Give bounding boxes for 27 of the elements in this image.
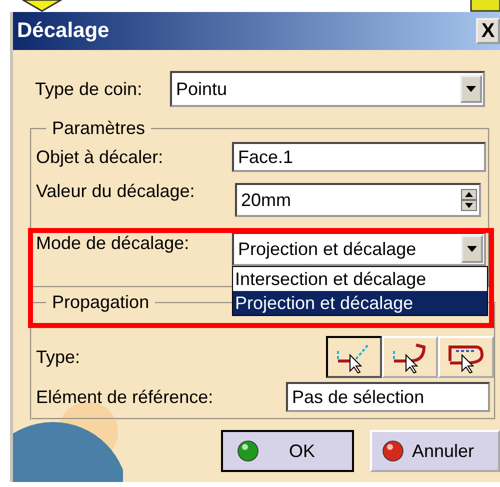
tangent-cursor-icon[interactable] bbox=[326, 336, 382, 378]
offset-field[interactable]: 20mm bbox=[235, 183, 481, 217]
reference-field[interactable]: Pas de sélection bbox=[286, 382, 490, 412]
object-label: Objet à décaler: bbox=[36, 146, 164, 168]
spinner-icon[interactable] bbox=[461, 189, 477, 211]
arrow-tip-icon bbox=[22, 0, 62, 12]
offset-label: Valeur du décalage: bbox=[36, 180, 196, 202]
ball-icon bbox=[382, 440, 404, 462]
window-title: Décalage bbox=[17, 19, 110, 43]
dropdown-option[interactable]: Projection et décalage bbox=[233, 291, 487, 315]
close-button[interactable]: X bbox=[476, 18, 500, 44]
group-title: Paramètres bbox=[51, 118, 146, 139]
corner-type-label: Type de coin: bbox=[35, 78, 144, 100]
ball-icon bbox=[237, 440, 259, 462]
object-field[interactable]: Face.1 bbox=[232, 142, 486, 172]
dropdown-option[interactable]: Intersection et décalage bbox=[233, 267, 487, 291]
mode-label: Mode de décalage: bbox=[36, 232, 190, 254]
arrow-tail-icon bbox=[470, 0, 500, 12]
group-title: Propagation bbox=[51, 292, 150, 313]
corner-type-dropdown[interactable]: Pointu bbox=[170, 71, 485, 107]
reference-label: Elément de référence: bbox=[36, 386, 214, 408]
loop-cursor-icon[interactable] bbox=[438, 336, 494, 378]
curve-cursor-icon[interactable] bbox=[382, 336, 438, 378]
ok-button[interactable]: OK bbox=[221, 430, 354, 472]
mode-dropdown[interactable]: Projection et décalage bbox=[232, 232, 486, 266]
cancel-button[interactable]: Annuler bbox=[370, 430, 500, 472]
type-label: Type: bbox=[36, 346, 82, 368]
